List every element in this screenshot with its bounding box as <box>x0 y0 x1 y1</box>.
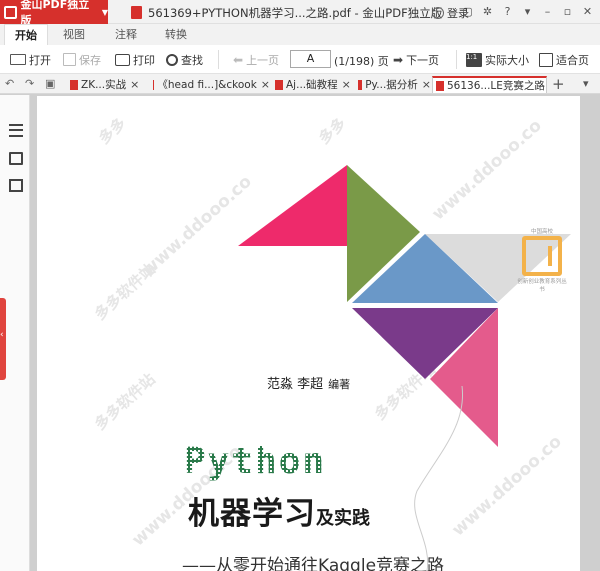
app-menu-button[interactable]: 金山PDF独立版 ▼ <box>0 0 108 27</box>
search-icon <box>166 53 178 66</box>
divider <box>456 50 457 69</box>
pdf-file-icon <box>131 6 142 19</box>
author-line: 范淼 李超 编著 <box>267 373 350 392</box>
actual-size-label: 实际大小 <box>485 53 529 67</box>
close-icon[interactable]: × <box>422 78 431 91</box>
next-page-button[interactable]: ➡ 下一页 <box>393 51 439 68</box>
pdf-file-icon <box>153 79 155 90</box>
next-page-label: 下一页 <box>406 53 440 67</box>
user-icon <box>432 7 444 19</box>
thumbnails-icon[interactable] <box>9 152 23 165</box>
wps-logo-icon <box>4 5 17 19</box>
badge-top-text: 中国高校 <box>530 229 553 235</box>
close-icon[interactable]: × <box>342 78 351 91</box>
tab-view[interactable]: 视图 <box>63 24 85 45</box>
redo-icon[interactable]: ↷ <box>25 77 34 90</box>
badge-text: 创新创业教育系列丛书 <box>517 279 567 293</box>
doc-tab-label: Aj...础教程 <box>286 79 338 91</box>
doc-tab-label: ZK...实战 <box>81 79 127 91</box>
signature-icon[interactable] <box>9 179 23 192</box>
tab-annotate[interactable]: 注释 <box>115 24 137 45</box>
save-label: 保存 <box>79 53 101 67</box>
prev-page-label: 上一页 <box>246 53 280 67</box>
save-quick-icon[interactable]: ▣ <box>45 77 55 90</box>
chevron-down-icon: ▼ <box>101 7 108 17</box>
chuang-logo-icon <box>522 236 562 276</box>
title-main: 机器学习 <box>188 496 316 532</box>
page-number-input[interactable]: A <box>290 50 331 68</box>
book-title: 机器学习及实践 <box>188 488 370 533</box>
python-title: Python <box>184 441 327 482</box>
fit-page-label: 适合页 <box>556 53 589 67</box>
divider <box>218 50 219 69</box>
prev-page-button[interactable]: ⬅ 上一页 <box>233 51 279 68</box>
title-bar: 金山PDF独立版 ▼ 561369+PYTHON机器学习...之路.pdf - … <box>0 0 600 27</box>
actual-size-button[interactable]: 1:1 实际大小 <box>466 51 529 68</box>
open-label: 打开 <box>29 53 51 67</box>
close-icon[interactable]: × <box>130 78 139 91</box>
series-badge: 中国高校 创新创业教育系列丛书 <box>516 226 568 302</box>
tab-home[interactable]: 开始 <box>4 24 48 45</box>
doc-tab[interactable]: Py...据分析 × <box>355 76 431 93</box>
pdf-file-icon <box>436 80 444 91</box>
left-sidebar <box>0 95 30 571</box>
save-icon <box>63 53 76 66</box>
sidebar-toggle-handle[interactable] <box>0 298 6 380</box>
outline-icon[interactable] <box>9 124 23 137</box>
doc-tab-label: 《head fi...]&ckook <box>157 79 257 91</box>
string-line <box>414 385 464 571</box>
pink-triangle <box>238 165 347 246</box>
help-icon[interactable]: ? <box>499 3 516 20</box>
close-icon[interactable]: × <box>261 78 270 91</box>
print-label: 打印 <box>133 53 155 67</box>
doc-tab-label: Py...据分析 <box>365 79 418 91</box>
find-label: 查找 <box>181 53 203 67</box>
folder-icon <box>10 54 26 65</box>
print-button[interactable]: 打印 <box>115 51 155 68</box>
arrow-left-icon: ⬅ <box>233 52 244 67</box>
ribbon-tabs: 开始 视图 注释 转换 <box>0 24 600 45</box>
document-tabs: ↶ ↷ ▣ ZK...实战 × 《head fi...]&ckook × Aj.… <box>0 74 600 94</box>
toolbar: 打开 保存 打印 查找 ⬅ 上一页 A (1/198) 页 ➡ 下一页 1:1 … <box>0 45 600 74</box>
doc-tab[interactable]: Aj...础教程 × <box>272 76 353 93</box>
doc-tab[interactable]: 《head fi...]&ckook × <box>150 76 270 93</box>
save-button[interactable]: 保存 <box>63 51 101 68</box>
doc-tab-label: 56136...LE竞赛之路 <box>447 80 545 92</box>
undo-icon[interactable]: ↶ <box>5 77 14 90</box>
pdf-file-icon <box>275 79 283 90</box>
settings-icon[interactable]: ✲ <box>479 3 496 20</box>
document-viewport[interactable]: 多多 www.ddooo.co 多多 www.ddooo.co 多多软件站 多多… <box>31 95 600 571</box>
author-suffix: 编著 <box>328 378 351 391</box>
menu-icon[interactable]: ▾ <box>519 3 536 20</box>
fit-page-icon <box>539 52 553 67</box>
add-tab-icon[interactable]: + <box>552 75 565 93</box>
authors: 范淼 李超 <box>267 377 324 392</box>
close-window-icon[interactable]: ✕ <box>579 3 596 20</box>
maximize-icon[interactable]: ▫ <box>559 3 576 20</box>
actual-size-icon: 1:1 <box>466 52 482 67</box>
pdf-page: 多多 www.ddooo.co 多多 www.ddooo.co 多多软件站 多多… <box>37 96 580 571</box>
minimize-icon[interactable]: – <box>539 3 556 20</box>
skin-icon[interactable]: ▢ <box>459 3 476 20</box>
tab-list-icon[interactable]: ▾ <box>583 77 589 90</box>
pdf-file-icon <box>358 79 363 90</box>
window-controls: ▢ ✲ ? ▾ – ▫ ✕ <box>459 3 596 20</box>
arrow-right-icon: ➡ <box>393 52 404 67</box>
doc-tab-active[interactable]: 56136...LE竞赛之路 <box>432 76 547 93</box>
python-word: Python <box>184 441 327 482</box>
open-button[interactable]: 打开 <box>10 51 51 68</box>
pdf-file-icon <box>70 79 78 90</box>
fit-page-button[interactable]: 适合页 <box>539 51 589 68</box>
printer-icon <box>115 53 130 66</box>
find-button[interactable]: 查找 <box>166 51 203 68</box>
title-small: 及实践 <box>316 508 370 529</box>
page-count: (1/198) 页 <box>334 55 389 68</box>
window-title: 561369+PYTHON机器学习...之路.pdf - 金山PDF独立版 <box>148 6 443 20</box>
book-subtitle: ——从零开始通往Kaggle竞赛之路 <box>182 556 445 571</box>
doc-tab[interactable]: ZK...实战 × <box>67 76 148 93</box>
tab-convert[interactable]: 转换 <box>165 24 187 45</box>
